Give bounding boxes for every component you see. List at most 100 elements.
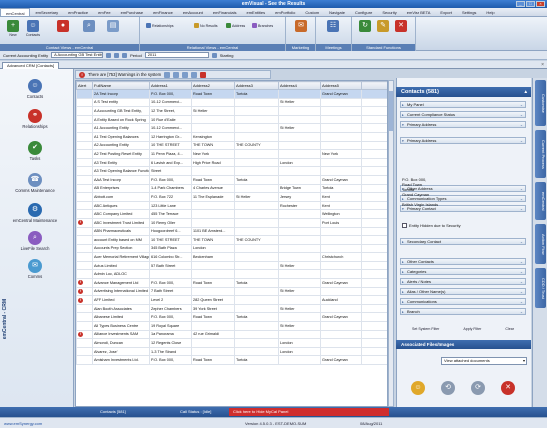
close-tab-icon[interactable]: ×: [541, 62, 544, 68]
column-header[interactable]: Address5: [320, 81, 362, 90]
hidden-security-checkbox[interactable]: Entity Hidden due to Security: [402, 223, 461, 228]
table-row[interactable]: ABC Antiques 123 Little Lane Rochester Kent: [76, 200, 387, 211]
menu-tab[interactable]: Export: [435, 8, 457, 16]
primary-address-header[interactable]: ▾ Primary Address ⌄: [400, 137, 526, 144]
close-button[interactable]: ×: [536, 1, 545, 7]
refresh-button[interactable]: ↻: [356, 19, 374, 43]
new-button[interactable]: + New: [4, 19, 22, 43]
table-row[interactable]: A Entity Based on Rock Spring 10 Rue d'Ea…: [76, 114, 387, 125]
grid-tool-icon[interactable]: [191, 71, 198, 78]
table-row[interactable]: ! ABC Investment Trust Limited 10 Remy Oll…: [76, 217, 387, 228]
panel-section[interactable]: ▸ Current Compliance Status ⌄: [400, 111, 526, 118]
minimize-button[interactable]: _: [516, 1, 525, 7]
side-tab[interactable]: emCentral: [535, 182, 546, 220]
entity-select[interactable]: A Accounting GB Test Entity...: [51, 52, 104, 58]
table-row[interactable]: ABC Company Limited 455 The Terrace Wellin…: [76, 209, 387, 219]
period-dropdown-icon[interactable]: [211, 52, 217, 58]
column-header[interactable]: Address1: [149, 81, 192, 90]
entity-refresh-icon[interactable]: [114, 52, 120, 58]
maximize-button[interactable]: □: [526, 1, 535, 7]
table-row[interactable]: Albanese Limited P.O. Box 000, Road Town To…: [76, 312, 387, 323]
table-row[interactable]: ! Advertising International Limited 7 Bath…: [76, 286, 387, 297]
nav-item-contacts[interactable]: ☺ Contacts: [4, 79, 66, 99]
scan-icon[interactable]: ⟳: [471, 381, 485, 395]
side-tab[interactable]: Action Flow: [535, 224, 546, 264]
search-button[interactable]: ⌕: [80, 19, 98, 43]
alert-icon[interactable]: !: [78, 331, 83, 337]
panel-section[interactable]: ▾ Primary Address ⌄: [400, 121, 526, 128]
nav-item-comms[interactable]: ✉ Comms: [4, 259, 66, 279]
alert-icon[interactable]: !: [78, 297, 83, 303]
table-row[interactable]: A2 Test Posting Reset Entity 11 Penn Plaz…: [76, 149, 387, 159]
table-row[interactable]: AAA Test Incorp P.O. Box 000, Road Town Tor…: [76, 174, 387, 185]
alert-icon[interactable]: !: [78, 280, 83, 286]
side-tab[interactable]: Current Process: [535, 130, 546, 178]
panel-section[interactable]: ▸ Other Contacts ⌄: [400, 258, 526, 265]
address-button[interactable]: Address: [226, 23, 245, 28]
panel-section[interactable]: ▸ Branch ⌄: [400, 308, 526, 315]
entity-clear-icon[interactable]: [122, 52, 128, 58]
table-row[interactable]: ! AFF Limited Level 2 282 Queen Street Auckl…: [76, 295, 387, 305]
table-row[interactable]: ! Alliance Investments SAM 1a Panorama 42 r…: [76, 329, 387, 340]
menu-tab[interactable]: Navigate: [324, 8, 350, 16]
smiley-icon[interactable]: ☺: [411, 381, 425, 395]
panel-button[interactable]: Apply Filter: [463, 327, 481, 331]
table-row[interactable]: A2 Accounting Entity 10 THE STREET THE TOW…: [76, 140, 387, 151]
table-row[interactable]: Amisham Investments Ltd. P.O. Box 000, Roa…: [76, 355, 387, 365]
table-row[interactable]: 2A Test Incorp P.O. Box 000, Road Town Tort…: [76, 89, 387, 99]
table-row[interactable]: A Accounting GB Test Entity, 12 The Stree…: [76, 106, 387, 116]
panel-section[interactable]: ▸ Alerts / Notes ⌄: [400, 278, 526, 285]
table-row[interactable]: Abbott.com P.O. Box 722 11 The Esplanade St…: [76, 192, 387, 202]
menu-tab[interactable]: emPurchase: [116, 8, 148, 16]
table-row[interactable]: Accounts Prep Section 345 Bath Plaza Londo…: [76, 243, 387, 254]
delete-file-icon[interactable]: ✕: [501, 381, 515, 395]
table-row[interactable]: A3 Test Entity 6 Lavish and Exp... High Pr…: [76, 157, 387, 168]
nav-item-relationships[interactable]: ⚭ Relationships: [4, 109, 66, 129]
nav-item-comms-maintenance[interactable]: ☎ Comms Maintenance: [4, 173, 66, 193]
panel-button[interactable]: Set System Filter: [412, 327, 439, 331]
panel-section[interactable]: ▸ Communications ⌄: [400, 298, 526, 305]
table-row[interactable]: A S Test entity 10-12 Commerci... St Helie…: [76, 97, 387, 108]
marketing-button[interactable]: ✉: [292, 19, 310, 43]
menu-tab[interactable]: emCentral: [0, 8, 31, 16]
nav-item-emcentral-maintenance[interactable]: ⚙ emCentral Maintenance: [4, 203, 66, 223]
table-row[interactable]: ! Advance Management Ltd P.O. Box 000, Road…: [76, 278, 387, 288]
entity-picker-icon[interactable]: [106, 52, 112, 58]
menu-tab[interactable]: emFinancials: [208, 8, 242, 16]
grid-scroll-thumb[interactable]: [389, 91, 393, 131]
table-row[interactable]: Almondi, Duncan 12 Regents Close London: [76, 338, 387, 348]
period-select[interactable]: 2011: [144, 52, 209, 58]
column-header[interactable]: Address4: [278, 81, 321, 90]
website-link[interactable]: www.emSynergy.com: [4, 421, 42, 426]
column-header[interactable]: Address3: [234, 81, 279, 90]
menu-tab[interactable]: Custom: [300, 8, 324, 16]
menu-tab[interactable]: Settings: [457, 8, 481, 16]
collapse-icon[interactable]: ▴: [524, 87, 527, 97]
view-button[interactable]: ▤: [104, 19, 122, 43]
hide-panel-button[interactable]: Click here to Hide MyCal Panel: [229, 408, 389, 416]
grid-tool-icon[interactable]: [182, 71, 189, 78]
column-header[interactable]: Address2: [191, 81, 235, 90]
column-header[interactable]: Alert: [76, 81, 93, 90]
column-header[interactable]: FullName: [92, 81, 150, 90]
filter-button[interactable]: ●: [54, 19, 72, 43]
contacts-ribbon-button[interactable]: ☺ Contacts: [24, 19, 42, 43]
table-row[interactable]: account Entity based on MM 10 THE STREET T…: [76, 235, 387, 245]
menu-tab[interactable]: Configure: [350, 8, 377, 16]
meetings-button[interactable]: ☷: [324, 19, 342, 43]
table-row[interactable]: All Types Business Centre 19 Royal Square…: [76, 321, 387, 331]
grid-scrollbar[interactable]: [388, 80, 394, 407]
panel-section[interactable]: ▸ Categories ⌄: [400, 268, 526, 275]
no-results-button[interactable]: No Results: [194, 23, 218, 28]
alert-icon[interactable]: !: [78, 220, 83, 226]
panel-section[interactable]: ▸ Secondary Contact ⌄: [400, 238, 526, 245]
menu-tab[interactable]: emFinance: [148, 8, 178, 16]
table-row[interactable]: A3 Test Opening Balance Function Street: [76, 166, 387, 176]
tab-advanced-crm-contacts[interactable]: Advanced CRM [Contacts]: [2, 62, 60, 69]
table-row[interactable]: Admin Loc, ADLOC: [76, 269, 387, 280]
table-row[interactable]: AB Enterprises 1-4 Park Chambers 4 Charles…: [76, 183, 387, 194]
nav-item-tasks[interactable]: ✔ Tasks: [4, 141, 66, 161]
nav-item-livefile-search[interactable]: ⌕ LiveFile Search: [4, 231, 66, 251]
menu-tab[interactable]: Security: [377, 8, 401, 16]
edit-button[interactable]: ✎: [374, 19, 392, 43]
